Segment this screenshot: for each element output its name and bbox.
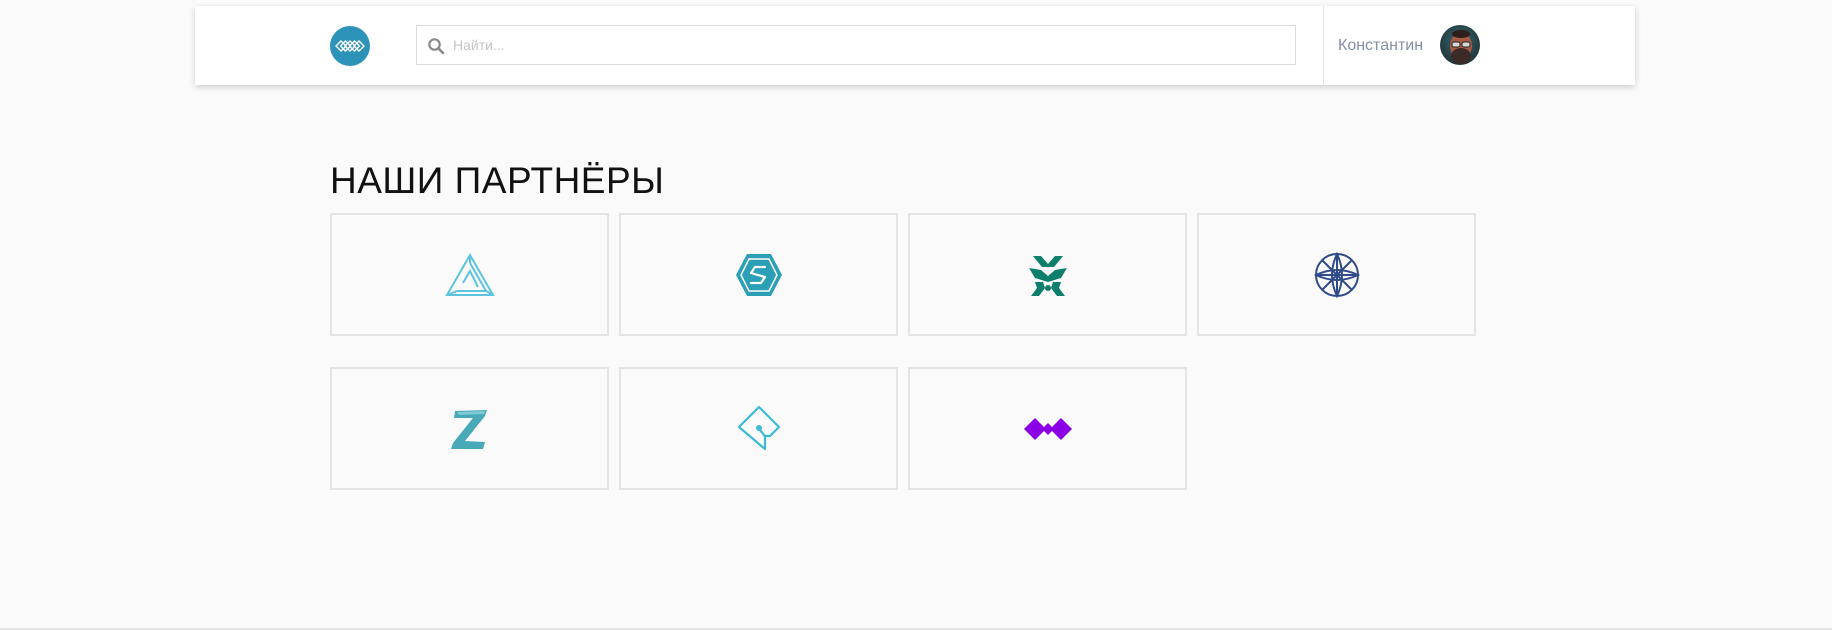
partner-card[interactable] [908, 213, 1187, 336]
top-header: Константин [195, 6, 1635, 85]
page-title: НАШИ ПАРТНЁРЫ [330, 160, 665, 201]
hexagon-s-logo-icon [735, 253, 782, 296]
user-avatar[interactable] [1440, 25, 1480, 65]
diamonds-logo-icon[interactable] [330, 26, 370, 66]
search-input[interactable] [453, 26, 1283, 64]
diamond-pin-logo-icon [737, 405, 780, 450]
tribal-figure-logo-icon [1028, 255, 1067, 296]
partner-card[interactable] [619, 213, 898, 336]
page: Константин НАШИ ПАРТНЁРЫ [0, 0, 1832, 630]
impossible-triangle-logo-icon [444, 252, 495, 296]
search-box [416, 25, 1296, 65]
double-diamond-logo-icon [1023, 417, 1072, 440]
partner-card[interactable] [908, 367, 1187, 490]
user-name[interactable]: Константин [1338, 37, 1423, 55]
partner-card[interactable] [619, 367, 898, 490]
partner-card[interactable] [330, 213, 609, 336]
search-icon[interactable] [427, 37, 445, 55]
header-divider [1323, 6, 1324, 85]
letter-z-logo-icon [450, 409, 487, 449]
partner-card[interactable] [1197, 213, 1476, 336]
partner-card[interactable] [330, 367, 609, 490]
circle-wheel-logo-icon [1313, 251, 1360, 298]
